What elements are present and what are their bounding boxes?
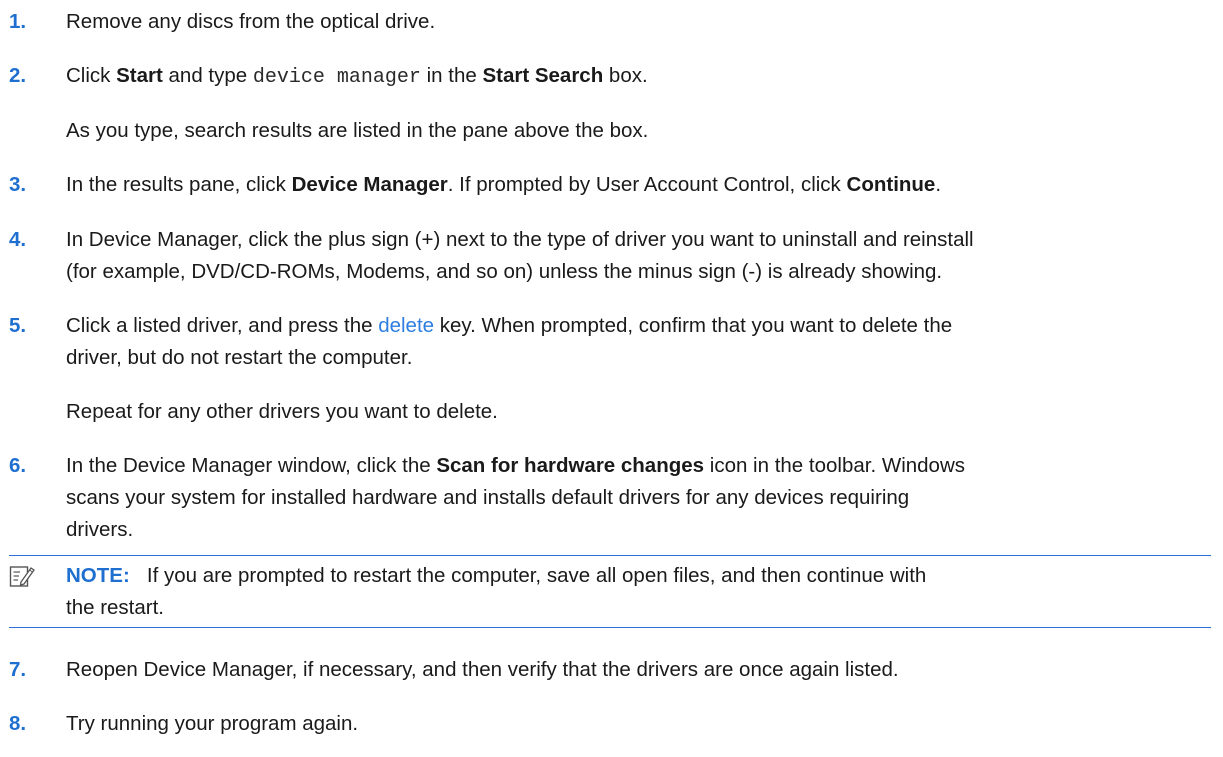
note-label: NOTE: xyxy=(66,564,130,587)
ui-term-device-manager: Device Manager xyxy=(291,173,448,196)
step-number: 4. xyxy=(9,228,27,251)
step-2: 2. Click Start and type device manager i… xyxy=(0,60,1193,94)
step-text: Click xyxy=(66,64,117,87)
step-text: and type xyxy=(162,64,253,87)
step-number: 5. xyxy=(9,314,27,337)
note-pencil-icon xyxy=(9,566,35,587)
document-page: 1. Remove any discs from the optical dri… xyxy=(0,0,1223,757)
step-text-line: In Device Manager, click the plus sign (… xyxy=(66,228,974,251)
step-number: 3. xyxy=(9,173,27,196)
step-text-line: driver, but do not restart the computer. xyxy=(66,346,413,369)
step-6: 6. In the Device Manager window, click t… xyxy=(0,450,1193,546)
step-text: Remove any discs from the optical drive. xyxy=(66,10,436,33)
step-text-line: drivers. xyxy=(66,518,134,541)
step-text-line: scans your system for installed hardware… xyxy=(66,486,910,509)
step-number: 2. xyxy=(9,64,27,87)
note-text-line: the restart. xyxy=(66,596,164,619)
step-number: 8. xyxy=(9,712,27,735)
note-box: NOTE: If you are prompted to restart the… xyxy=(9,555,1211,628)
ui-term-start: Start xyxy=(116,64,163,87)
paragraph-text: As you type, search results are listed i… xyxy=(66,119,649,142)
step-text: Click a listed driver, and press the xyxy=(66,314,379,337)
step-text: . If prompted by User Account Control, c… xyxy=(447,173,847,196)
step-7: 7. Reopen Device Manager, if necessary, … xyxy=(0,654,1193,686)
step-number: 7. xyxy=(9,658,27,681)
step-text: in the xyxy=(420,64,483,87)
step-text: icon in the toolbar. Windows xyxy=(704,454,966,477)
delete-key-label: delete xyxy=(378,314,435,337)
ui-term-scan-for-hardware-changes: Scan for hardware changes xyxy=(436,454,705,477)
step-text: In the Device Manager window, click the xyxy=(66,454,437,477)
step-number: 6. xyxy=(9,454,27,477)
step-4: 4. In Device Manager, click the plus sig… xyxy=(0,224,1193,288)
paragraph-text: Repeat for any other drivers you want to… xyxy=(66,400,498,423)
step-text: key. When prompted, confirm that you wan… xyxy=(434,314,953,337)
step-5: 5. Click a listed driver, and press the … xyxy=(0,310,1193,374)
step-number: 1. xyxy=(9,10,27,33)
step-3: 3. In the results pane, click Device Man… xyxy=(0,169,1193,201)
ui-term-start-search: Start Search xyxy=(482,64,604,87)
step-2-subparagraph: As you type, search results are listed i… xyxy=(66,115,1193,147)
step-text: . xyxy=(935,173,942,196)
typed-command: device manager xyxy=(252,66,421,89)
note-text: If you are prompted to restart the compu… xyxy=(146,564,927,587)
step-text: Try running your program again. xyxy=(66,712,359,735)
step-text-line: (for example, DVD/CD-ROMs, Modems, and s… xyxy=(66,260,943,283)
step-5-subparagraph: Repeat for any other drivers you want to… xyxy=(66,396,1193,428)
step-8: 8. Try running your program again. xyxy=(0,708,1193,740)
step-text: In the results pane, click xyxy=(66,173,292,196)
step-text: box. xyxy=(603,64,648,87)
step-1: 1. Remove any discs from the optical dri… xyxy=(0,6,1193,38)
ui-term-continue: Continue xyxy=(846,173,936,196)
step-text: Reopen Device Manager, if necessary, and… xyxy=(66,658,899,681)
